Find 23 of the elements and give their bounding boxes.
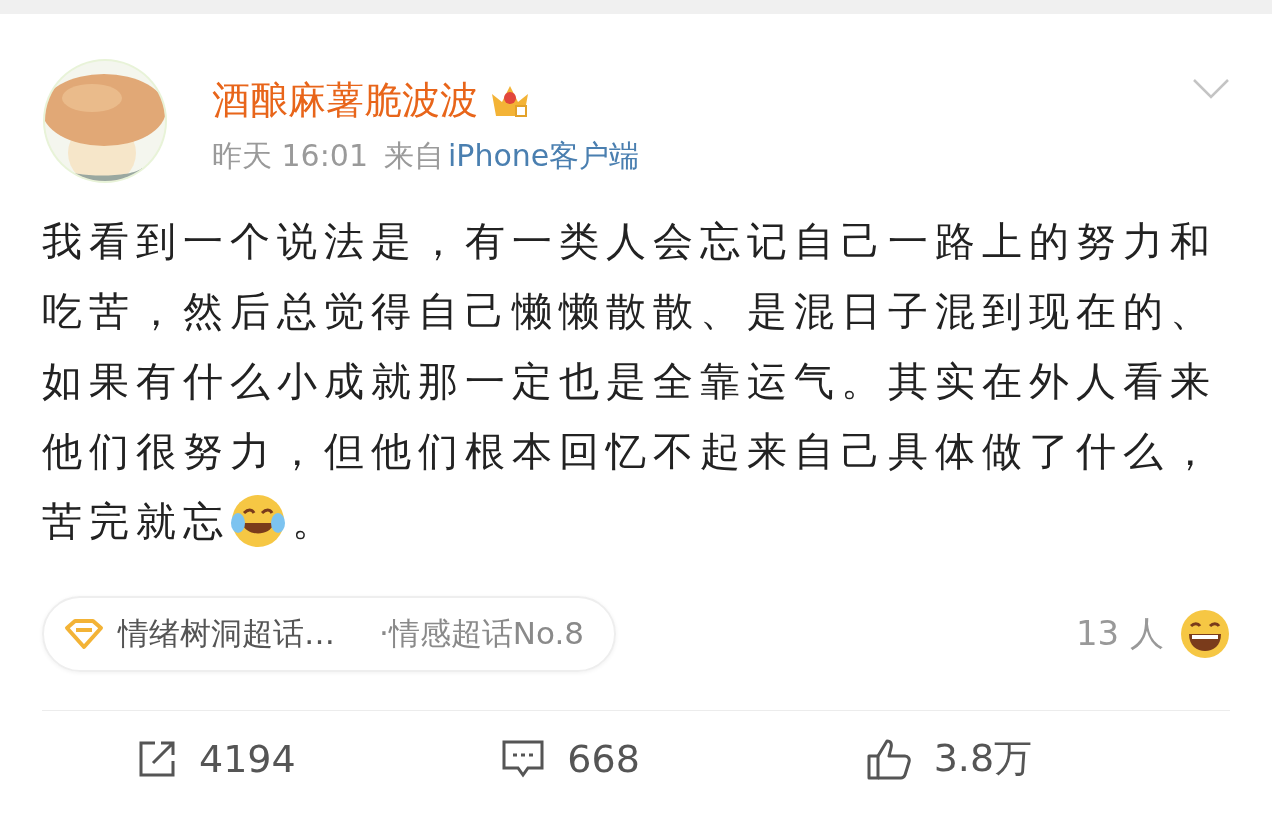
like-button[interactable]: 3.8万 xyxy=(865,733,1230,784)
thumbs-up-icon xyxy=(865,737,912,780)
post-text-line: 他们很努力，但他们根本回忆不起来自己具体做了什么， xyxy=(42,427,1217,476)
repost-button[interactable]: 4194 xyxy=(137,733,502,784)
source-link[interactable]: iPhone客户端 xyxy=(448,136,640,176)
topic-rank: ·情感超话No.8 xyxy=(379,614,585,653)
laughing-tears-emoji-icon xyxy=(230,493,286,549)
comment-button[interactable]: 668 xyxy=(501,733,866,784)
topic-name: 情绪树洞超话… xyxy=(118,614,335,653)
chevron-down-icon[interactable] xyxy=(1192,78,1230,100)
post-text-line: 如果有什么小成就那一定也是全靠运气。其实在外人看来 xyxy=(42,357,1217,406)
diamond-icon xyxy=(64,618,104,650)
source-label: 来自 xyxy=(384,137,444,175)
reaction-count: 13 人 xyxy=(1075,612,1164,655)
comment-icon xyxy=(501,738,546,779)
period-text: 。 xyxy=(292,497,339,546)
post-text-line: 吃苦，然后总觉得自己懒懒散散、是混日子混到现在的、 xyxy=(42,287,1217,336)
grinning-emoji-icon[interactable] xyxy=(1180,609,1230,659)
topic-tag[interactable]: 情绪树洞超话… ·情感超话No.8 xyxy=(42,596,617,672)
post-time: 昨天 16:01 xyxy=(212,137,368,175)
avatar[interactable] xyxy=(42,58,168,184)
post-text-line: 苦完就忘 xyxy=(42,497,230,546)
post-text-line: 我看到一个说法是，有一类人会忘记自己一路上的努力和 xyxy=(42,217,1217,266)
